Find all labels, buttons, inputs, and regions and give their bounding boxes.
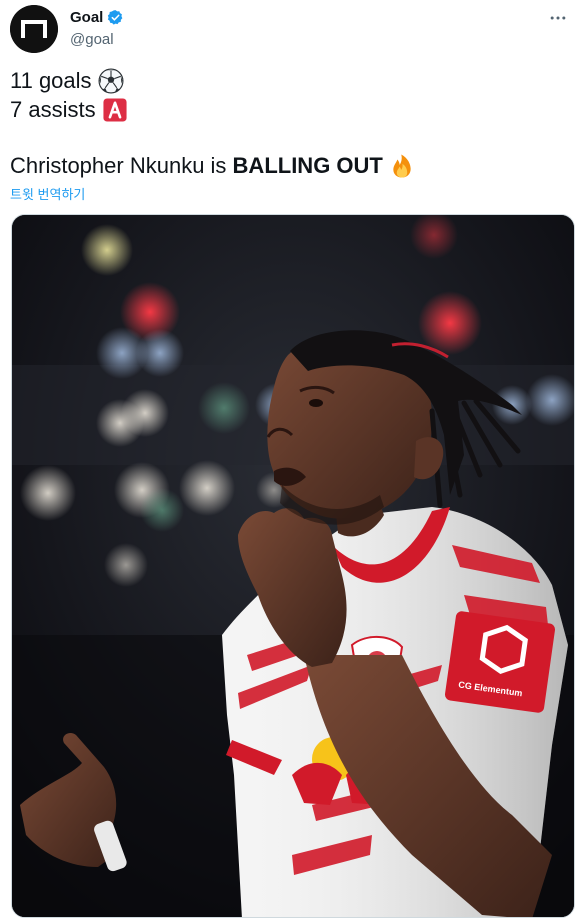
- player-photo: CG Elementum: [12, 215, 574, 917]
- tweet-line-assists: 7 assists: [10, 95, 570, 124]
- fire-icon: [389, 153, 415, 179]
- headline-prefix: Christopher Nkunku is: [10, 153, 233, 178]
- headline-bold: BALLING OUT: [232, 153, 383, 178]
- tweet-line-text: 11 goals: [10, 68, 92, 93]
- translate-tweet-link[interactable]: 트윗 번역하기: [10, 184, 85, 203]
- tweet-text: 11 goals 7 assists Christopher Nkunku is…: [10, 66, 570, 180]
- author-name[interactable]: Goal: [70, 9, 103, 26]
- goal-logo-icon: [10, 5, 58, 53]
- tweet-headline: Christopher Nkunku is BALLING OUT: [10, 151, 570, 180]
- verified-badge-icon: [107, 9, 124, 26]
- tweet-line-goals: 11 goals: [10, 66, 570, 95]
- tweet-line-text: 7 assists: [10, 97, 96, 122]
- letter-a-badge-icon: [102, 97, 128, 123]
- more-dots-icon: [550, 16, 566, 20]
- soccer-ball-icon: [98, 68, 124, 94]
- author-handle[interactable]: @goal: [70, 31, 114, 48]
- author-name-row[interactable]: Goal: [70, 9, 124, 26]
- tweet-photo[interactable]: CG Elementum: [11, 214, 575, 918]
- avatar[interactable]: [10, 5, 58, 53]
- more-options-button[interactable]: [546, 6, 570, 30]
- tweet-card[interactable]: Goal @goal 11 goals 7 assists Christophe…: [0, 0, 582, 924]
